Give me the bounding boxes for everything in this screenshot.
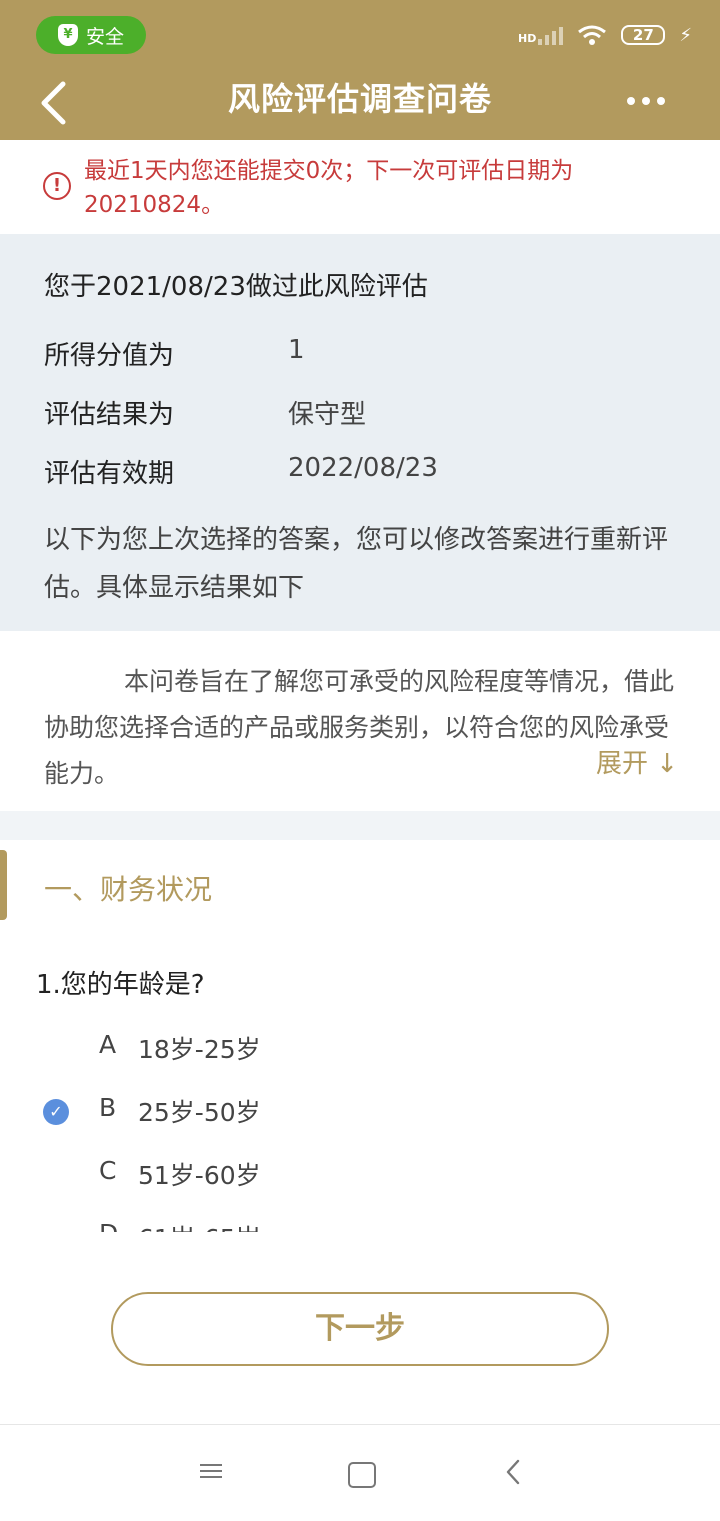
score-row: 所得分值为 1 [44, 335, 305, 372]
question-block: 1.您的年龄是? A 18岁-25岁 ✓ B 25岁-50岁 C 51岁-60岁… [0, 932, 720, 1232]
intro-text: 本问卷旨在了解您可承受的风险程度等情况，借此协助您选择合适的产品或服务类别，以符… [44, 667, 675, 788]
submission-warning: ! 最近1天内您还能提交0次；下一次可评估日期为20210824。 [0, 140, 720, 234]
status-bar: ¥ 安全 HD 27 ⚡ [0, 0, 720, 66]
charging-icon: ⚡ [679, 24, 692, 46]
question-text: 1.您的年龄是? [36, 970, 205, 1000]
option-text: 25岁-50岁 [138, 1098, 261, 1127]
alert-icon: ! [43, 172, 71, 200]
option-letter: C [99, 1156, 117, 1185]
status-indicators: HD 27 ⚡ [518, 18, 692, 52]
signal-icon: HD [518, 25, 564, 45]
wifi-icon [578, 25, 607, 45]
option-d[interactable]: D 61岁-65岁 [0, 1215, 720, 1232]
option-text: 18岁-25岁 [138, 1035, 261, 1064]
score-label: 所得分值为 [44, 341, 175, 371]
section-accent-bar [0, 850, 7, 920]
page-title: 风险评估调查问卷 [227, 80, 492, 118]
next-step-button[interactable]: 下一步 [111, 1292, 609, 1366]
score-value: 1 [288, 335, 305, 365]
section-title: 一、财务状况 [44, 873, 213, 906]
option-a[interactable]: A 18岁-25岁 [0, 1026, 720, 1076]
nav-back-icon[interactable] [500, 1457, 530, 1487]
system-navigation-bar [0, 1424, 720, 1521]
questionnaire-intro: 本问卷旨在了解您可承受的风险程度等情况，借此协助您选择合适的产品或服务类别，以符… [0, 631, 720, 811]
option-letter: A [99, 1030, 117, 1059]
safe-badge[interactable]: ¥ 安全 [36, 16, 146, 54]
expand-button[interactable]: 展开 ↓ [596, 743, 678, 780]
validity-value: 2022/08/23 [288, 453, 438, 483]
result-value: 保守型 [288, 400, 367, 430]
validity-label: 评估有效期 [44, 459, 175, 489]
option-letter: B [99, 1093, 117, 1122]
menu-icon[interactable] [196, 1460, 226, 1484]
option-b[interactable]: ✓ B 25岁-50岁 [0, 1089, 720, 1139]
assessment-headline: 您于2021/08/23做过此风险评估 [44, 272, 428, 302]
option-letter: D [99, 1219, 118, 1232]
title-bar: 风险评估调查问卷 [0, 66, 720, 140]
reassess-note: 以下为您上次选择的答案，您可以修改答案进行重新评估。具体显示结果如下 [44, 525, 669, 603]
app-header: ¥ 安全 HD 27 ⚡ 风险评估调查问卷 [0, 0, 720, 140]
option-text: 51岁-60岁 [138, 1161, 261, 1190]
option-c[interactable]: C 51岁-60岁 [0, 1152, 720, 1202]
section-divider [0, 811, 720, 840]
yuan-shield-icon: ¥ [57, 24, 78, 46]
result-row: 评估结果为 保守型 [44, 394, 366, 431]
section-header: 一、财务状况 [0, 840, 720, 933]
option-text: 61岁-65岁 [138, 1219, 261, 1232]
more-dots-icon [627, 97, 635, 105]
battery-icon: 27 [621, 25, 666, 45]
hd-label: HD [518, 32, 537, 45]
more-options-button[interactable] [616, 86, 676, 116]
safe-badge-label: 安全 [85, 25, 124, 48]
validity-row: 评估有效期 2022/08/23 [44, 453, 438, 490]
result-label: 评估结果为 [44, 400, 175, 430]
home-icon[interactable] [348, 1462, 376, 1488]
warning-text: 最近1天内您还能提交0次；下一次可评估日期为20210824。 [84, 158, 574, 218]
checkmark-icon: ✓ [43, 1099, 69, 1125]
previous-assessment-panel: 您于2021/08/23做过此风险评估 所得分值为 1 评估结果为 保守型 评估… [0, 234, 720, 631]
